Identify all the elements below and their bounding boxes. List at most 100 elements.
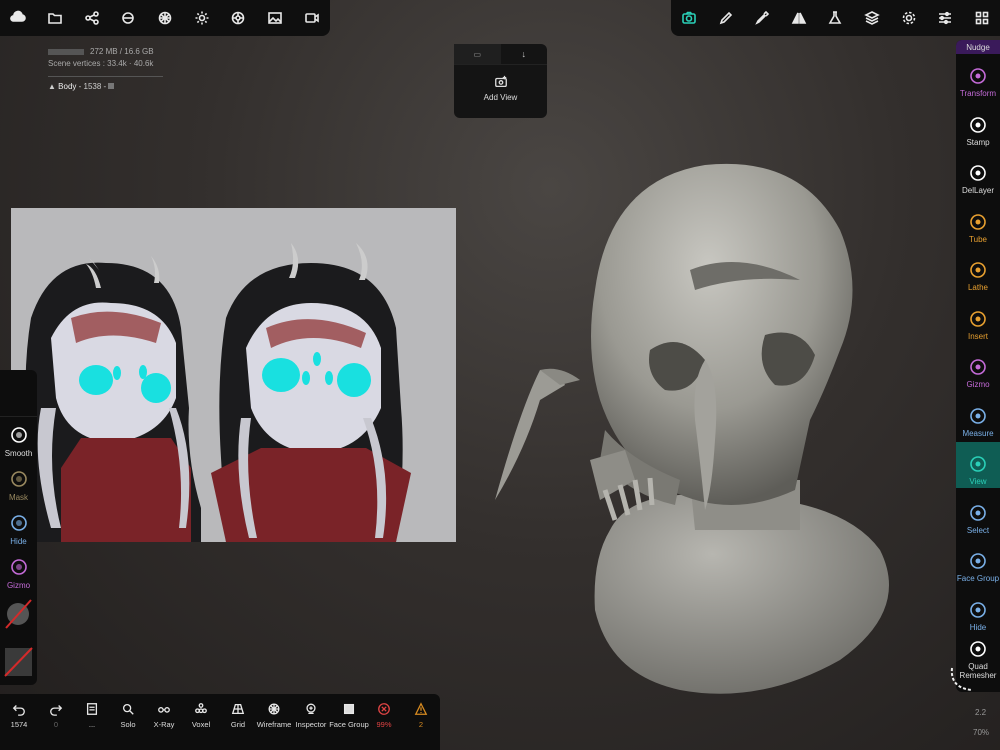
bottom-error-button[interactable]: 99% — [366, 700, 402, 740]
bottom-facegroup-button[interactable]: Face Group — [329, 700, 369, 740]
left-tool-label: Smooth — [4, 449, 33, 458]
pencil-icon[interactable] — [711, 3, 741, 33]
tool-label: Measure — [962, 428, 994, 438]
dropper-icon[interactable] — [747, 3, 777, 33]
brush-alpha-square[interactable] — [4, 647, 33, 677]
version-text: 2.2 — [975, 708, 987, 717]
inspector-icon — [302, 700, 320, 718]
left-tool-label: Gizmo — [6, 581, 31, 590]
sun-icon[interactable] — [187, 3, 217, 33]
nudge-label[interactable]: Nudge — [956, 40, 1000, 54]
bottom-magnifier-button[interactable]: Solo — [110, 700, 146, 740]
bottom-inspector-button[interactable]: Inspector — [293, 700, 329, 740]
view-popup: ▭ ↓ Add View — [454, 44, 547, 118]
symmetry-icon[interactable] — [784, 3, 814, 33]
undo-icon — [10, 700, 28, 718]
bottom-glasses-button[interactable]: X-Ray — [146, 700, 182, 740]
tool-hide[interactable]: Hide — [956, 588, 1000, 634]
right-sidebar: Nudge Transform Stamp DelLayer Tube Lathe Ins… — [956, 40, 1000, 692]
stamp-icon — [968, 115, 988, 135]
bottom-label: 2 — [418, 720, 424, 729]
sliders-icon[interactable] — [930, 3, 960, 33]
add-view-button[interactable]: Add View — [454, 75, 547, 102]
tool-lathe[interactable]: Lathe — [956, 248, 1000, 294]
tool-gizmo[interactable]: Gizmo — [956, 345, 1000, 391]
bottom-label: Solo — [120, 720, 136, 729]
measure-icon — [968, 406, 988, 426]
transform-icon — [968, 66, 988, 86]
tool-face-group[interactable]: Face Group — [956, 539, 1000, 585]
share-icon[interactable] — [77, 3, 107, 33]
folder-icon[interactable] — [40, 3, 70, 33]
bottom-undo-button[interactable]: 1574 — [1, 700, 37, 740]
vertices-text: Scene vertices : 33.4k · — [48, 59, 134, 68]
sculpt-model[interactable] — [480, 160, 910, 700]
pivot-arc[interactable] — [948, 664, 974, 694]
gizmo-icon — [10, 558, 28, 581]
left-tool-smooth[interactable]: Smooth — [0, 418, 37, 458]
brush-preview-sphere[interactable] — [4, 598, 33, 630]
left-tool-hide[interactable]: Hide — [0, 506, 37, 546]
tube-icon — [968, 212, 988, 232]
tab-download[interactable]: ↓ — [501, 44, 548, 64]
gizmo-icon — [968, 357, 988, 377]
select-icon — [968, 503, 988, 523]
left-tool-mask[interactable]: Mask — [0, 462, 37, 502]
menu-grid-icon[interactable] — [967, 3, 997, 33]
tool-stamp[interactable]: Stamp — [956, 103, 1000, 149]
tool-view[interactable]: View — [956, 442, 1000, 488]
bottom-label: Wireframe — [256, 720, 292, 729]
left-tool-gizmo[interactable]: Gizmo — [0, 550, 37, 590]
scene-icon — [83, 700, 101, 718]
top-right-toolbar — [671, 0, 1000, 36]
view-icon — [968, 454, 988, 474]
tool-dellayer[interactable]: DelLayer — [956, 151, 1000, 197]
bottom-label: X-Ray — [153, 720, 175, 729]
bottom-voxel-button[interactable]: Voxel — [183, 700, 219, 740]
image-icon[interactable] — [260, 3, 290, 33]
memory-bar — [48, 49, 84, 55]
mask-icon — [10, 470, 28, 493]
bottom-label: 0 — [53, 720, 59, 729]
facegroup-icon — [340, 700, 358, 718]
left-sidebar: Smooth Mask Hide Gizmo — [0, 370, 37, 685]
material-icon[interactable] — [223, 3, 253, 33]
voxel-icon — [192, 700, 210, 718]
video-icon[interactable] — [297, 3, 327, 33]
camera-icon[interactable] — [674, 3, 704, 33]
tool-label: Insert — [967, 331, 988, 341]
sphere-grid-icon[interactable] — [150, 3, 180, 33]
settings-icon[interactable] — [894, 3, 924, 33]
tool-tube[interactable]: Tube — [956, 200, 1000, 246]
paint-brush-icon[interactable] — [113, 3, 143, 33]
mesh-icon: ▲ — [48, 82, 56, 91]
tool-select[interactable]: Select — [956, 491, 1000, 537]
scene-stats: 272 MB / 16.6 GB Scene vertices : 33.4k … — [48, 46, 198, 93]
cloud-icon[interactable] — [3, 3, 33, 33]
reference-image[interactable] — [11, 208, 456, 542]
left-drag-handle[interactable] — [0, 370, 37, 417]
bottom-grid-button[interactable]: Grid — [220, 700, 256, 740]
bottom-label: 1574 — [10, 720, 28, 729]
bottom-wireframe-button[interactable]: Wireframe — [256, 700, 292, 740]
bottom-scene-button[interactable]: ... — [74, 700, 110, 740]
bottom-redo-button[interactable]: 0 — [38, 700, 74, 740]
wireframe-icon — [265, 700, 283, 718]
tab-camera[interactable]: ▭ — [454, 44, 501, 64]
magnifier-icon — [119, 700, 137, 718]
tool-label: DelLayer — [961, 186, 994, 195]
layers-icon[interactable] — [857, 3, 887, 33]
tool-label: Tube — [969, 234, 987, 244]
warning-icon — [412, 700, 430, 718]
insert-icon — [968, 309, 988, 329]
tool-insert[interactable]: Insert — [956, 297, 1000, 343]
bottom-label: Grid — [230, 720, 246, 729]
bottom-toolbar: 1574 0... Solo X-Ray Voxel Grid Wireframe Inspe… — [0, 694, 440, 750]
object-name[interactable]: Body — [58, 82, 76, 91]
flask-icon[interactable] — [820, 3, 850, 33]
tool-label: Transform — [959, 89, 997, 98]
bottom-warning-button[interactable]: 2 — [403, 700, 439, 740]
tool-measure[interactable]: Measure — [956, 394, 1000, 440]
tool-label: Lathe — [967, 283, 989, 292]
tool-transform[interactable]: Transform — [956, 54, 1000, 100]
